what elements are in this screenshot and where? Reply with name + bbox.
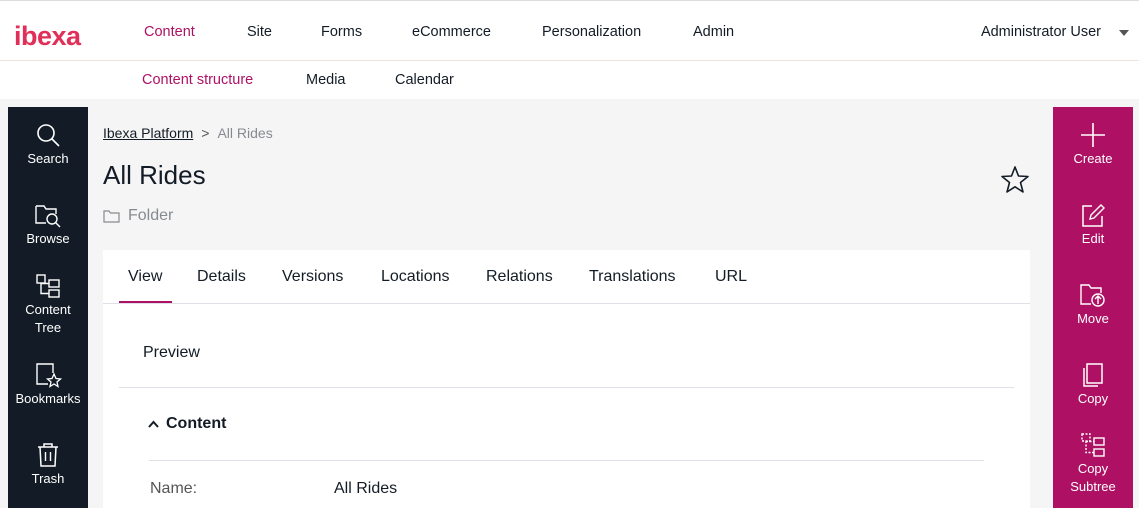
user-menu[interactable]: Administrator User — [981, 24, 1101, 40]
breadcrumb-root-link[interactable]: Ibexa Platform — [103, 125, 193, 141]
create-label: Create — [1073, 151, 1113, 166]
nav-forms[interactable]: Forms — [321, 24, 362, 40]
tab-locations[interactable]: Locations — [381, 268, 450, 286]
content-type: Folder — [103, 207, 173, 225]
tab-view[interactable]: View — [128, 268, 162, 286]
move-button[interactable]: Move — [1053, 282, 1133, 328]
edit-icon — [1082, 204, 1105, 227]
search-icon — [37, 124, 60, 147]
nav-content[interactable]: Content — [144, 24, 195, 40]
sidebar-item-browse[interactable]: Browse — [8, 202, 88, 248]
bookmarks-icon — [36, 363, 62, 388]
sidebar-item-trash[interactable]: Trash — [8, 442, 88, 488]
copy-label: Copy — [1077, 391, 1109, 406]
tab-versions[interactable]: Versions — [282, 268, 343, 286]
sidebar-item-label: Browse — [26, 231, 70, 246]
field-name-label: Name: — [150, 480, 198, 497]
tab-details[interactable]: Details — [197, 268, 246, 286]
nav-personalization[interactable]: Personalization — [542, 24, 641, 40]
preview-heading: Preview — [143, 344, 200, 361]
edit-button[interactable]: Edit — [1053, 202, 1133, 248]
right-action-sidebar: Create Edit Move Copy Copy Subtree — [1053, 107, 1133, 508]
subnav-content-structure[interactable]: Content structure — [142, 72, 253, 88]
breadcrumb-current: All Rides — [217, 125, 273, 141]
content-section-toggle[interactable]: Content — [148, 415, 226, 433]
nav-admin[interactable]: Admin — [693, 24, 734, 40]
divider — [119, 387, 1014, 388]
copy-subtree-label: Copy Subtree — [1070, 461, 1116, 494]
edit-label: Edit — [1081, 231, 1105, 246]
page-title: All Rides — [103, 160, 206, 190]
tab-url[interactable]: URL — [715, 268, 747, 286]
ibexa-logo[interactable]: ibexa — [14, 23, 106, 49]
chevron-up-icon — [148, 420, 159, 428]
sidebar-item-search[interactable]: Search — [8, 122, 88, 168]
trash-icon — [38, 443, 58, 467]
svg-text:ibexa: ibexa — [14, 23, 82, 49]
sub-navigation: Content structure Media Calendar — [0, 61, 1139, 99]
move-label: Move — [1077, 311, 1109, 326]
field-name-value: All Rides — [334, 480, 398, 497]
tab-relations[interactable]: Relations — [486, 268, 553, 286]
active-tab-indicator — [119, 301, 172, 303]
create-button[interactable]: Create — [1053, 122, 1133, 168]
nav-ecommerce[interactable]: eCommerce — [412, 24, 491, 40]
breadcrumb: Ibexa Platform > All Rides — [103, 125, 273, 141]
chevron-down-icon[interactable] — [1119, 30, 1129, 36]
left-sidebar: Search Browse Content Tree Bookmarks Tra… — [8, 107, 88, 508]
sidebar-item-label: Search — [27, 151, 69, 166]
content-tree-icon — [36, 274, 60, 298]
divider — [149, 460, 984, 461]
nav-site[interactable]: Site — [247, 24, 272, 40]
bookmark-star-icon[interactable] — [1000, 165, 1030, 195]
move-icon — [1080, 284, 1105, 307]
tab-translations[interactable]: Translations — [589, 268, 676, 286]
sidebar-item-bookmarks[interactable]: Bookmarks — [8, 362, 88, 408]
folder-icon — [103, 210, 120, 223]
top-header: ibexa Content Site Forms eCommerce Perso… — [0, 0, 1139, 61]
breadcrumb-separator: > — [201, 125, 210, 141]
content-panel: View Details Versions Locations Relation… — [103, 250, 1030, 508]
subnav-calendar[interactable]: Calendar — [395, 72, 454, 88]
browse-icon — [35, 205, 61, 228]
subnav-media[interactable]: Media — [306, 72, 346, 88]
copy-button[interactable]: Copy — [1053, 362, 1133, 408]
sidebar-item-content-tree[interactable]: Content Tree — [8, 273, 88, 337]
copy-subtree-icon — [1081, 433, 1105, 457]
content-type-label: Folder — [128, 207, 174, 224]
sidebar-item-label: Content Tree — [25, 302, 71, 335]
copy-subtree-button[interactable]: Copy Subtree — [1053, 432, 1133, 496]
copy-icon — [1083, 363, 1103, 387]
plus-icon — [1081, 123, 1105, 147]
sidebar-item-label: Bookmarks — [15, 391, 81, 406]
tab-bar: View Details Versions Locations Relation… — [103, 250, 1030, 304]
section-label: Content — [166, 415, 227, 432]
sidebar-item-label: Trash — [31, 471, 65, 486]
